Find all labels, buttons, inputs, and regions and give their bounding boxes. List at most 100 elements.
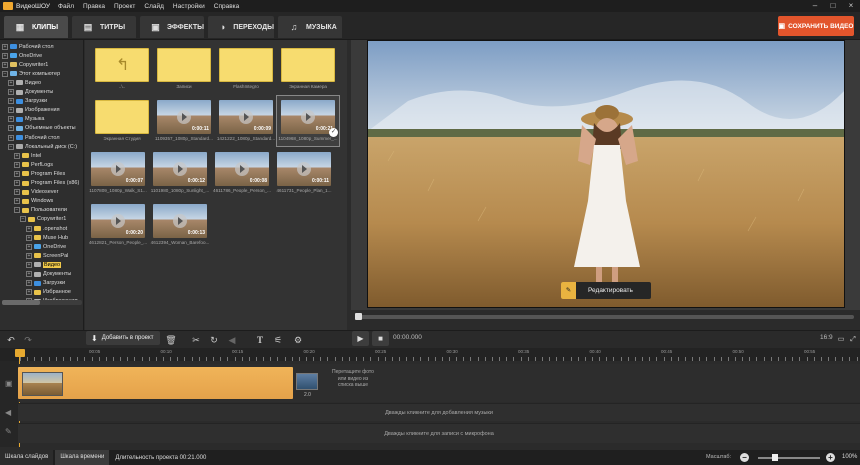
undo-icon[interactable]: ↶ bbox=[5, 334, 17, 346]
tree-node[interactable]: + Copywriter1 bbox=[2, 60, 48, 69]
tab-effects[interactable]: ▣ ЭФФЕКТЫ bbox=[140, 16, 204, 38]
expand-toggle-icon[interactable]: + bbox=[8, 79, 14, 86]
aspect-ratio[interactable]: 16:9 bbox=[820, 334, 833, 341]
scissors-icon[interactable]: ✂ bbox=[190, 334, 202, 346]
tree-node[interactable]: − Локальный диск (C:) bbox=[8, 142, 77, 151]
library-item[interactable]: Записи bbox=[153, 44, 215, 94]
expand-icon[interactable]: ⤢ bbox=[848, 334, 858, 346]
text-icon[interactable]: T bbox=[254, 334, 266, 346]
tab-transitions[interactable]: ◑ ПЕРЕХОДЫ bbox=[208, 16, 274, 38]
expand-toggle-icon[interactable]: + bbox=[26, 280, 32, 287]
menu-item[interactable]: Слайд bbox=[144, 3, 164, 10]
preview-seekbar[interactable] bbox=[358, 315, 854, 319]
expand-toggle-icon[interactable]: + bbox=[26, 234, 32, 241]
maximize-icon[interactable]: □ bbox=[824, 0, 842, 12]
tree-node[interactable]: + PerfLogs bbox=[14, 160, 53, 169]
tree-node[interactable]: + Muse Hub bbox=[26, 233, 68, 242]
expand-toggle-icon[interactable]: + bbox=[14, 161, 20, 168]
library-item[interactable]: 0:00:09 1421222_1080p_Standard... bbox=[215, 96, 277, 146]
music-track[interactable]: Дважды кликните для добавления музыки bbox=[18, 403, 860, 421]
expand-toggle-icon[interactable]: + bbox=[8, 98, 14, 105]
library-item[interactable]: 0:00:13 4612394_Woman_Barefoo... bbox=[149, 200, 211, 250]
transition-slot[interactable] bbox=[296, 373, 318, 390]
expand-toggle-icon[interactable]: + bbox=[2, 61, 8, 68]
add-to-project-button[interactable]: ⬇ Добавить в проект bbox=[86, 331, 160, 345]
library-item[interactable]: Экранная Студия bbox=[91, 96, 153, 146]
volume-icon[interactable]: ◀ bbox=[226, 334, 238, 346]
tab-slide-scale[interactable]: Шкала слайдов bbox=[0, 450, 54, 465]
menu-item[interactable]: Правка bbox=[83, 3, 105, 10]
tree-node[interactable]: + Загрузки bbox=[26, 279, 65, 288]
clip-thumbnail[interactable] bbox=[22, 372, 63, 396]
expand-toggle-icon[interactable]: + bbox=[14, 198, 20, 205]
library-item[interactable]: 0:00:21 ✓ 1104968_1080p_Summer_... bbox=[276, 95, 340, 147]
close-icon[interactable]: × bbox=[842, 0, 860, 12]
tree-node[interactable]: + Видео bbox=[8, 78, 41, 87]
tree-node[interactable]: + ScreenPal bbox=[26, 251, 68, 260]
tab-music[interactable]: ♫ МУЗЫКА bbox=[278, 16, 342, 38]
expand-toggle-icon[interactable]: + bbox=[8, 107, 14, 114]
expand-toggle-icon[interactable]: + bbox=[14, 170, 20, 177]
library-item[interactable]: 0:00:20 4612821_Person_People_... bbox=[87, 200, 149, 250]
play-button[interactable]: ▶ bbox=[352, 331, 369, 346]
expand-toggle-icon[interactable]: + bbox=[8, 134, 14, 141]
expand-toggle-icon[interactable]: + bbox=[26, 289, 32, 296]
minimize-icon[interactable]: – bbox=[806, 0, 824, 12]
expand-toggle-icon[interactable]: + bbox=[26, 261, 32, 268]
redo-icon[interactable]: ↷ bbox=[22, 334, 34, 346]
expand-toggle-icon[interactable]: + bbox=[26, 271, 32, 277]
tree-node[interactable]: + Рабочий стол bbox=[2, 42, 54, 51]
tree-node[interactable]: + Документы bbox=[26, 270, 71, 279]
tree-node[interactable]: − Пользователи bbox=[14, 206, 67, 215]
tree-node[interactable]: − Этот компьютер bbox=[2, 69, 60, 78]
video-preview[interactable] bbox=[367, 40, 845, 308]
expand-toggle-icon[interactable]: + bbox=[2, 43, 8, 50]
seek-handle[interactable] bbox=[355, 313, 362, 320]
tree-node[interactable]: + Избранное bbox=[26, 288, 71, 297]
tree-node[interactable]: + Видео bbox=[26, 260, 62, 269]
stop-button[interactable]: ■ bbox=[372, 331, 389, 346]
tab-clips[interactable]: ▦ КЛИПЫ bbox=[4, 16, 68, 38]
library-item[interactable]: 0:00:12 1101980_1080p_Sunlight_... bbox=[149, 148, 211, 198]
gear-icon[interactable]: ⚙ bbox=[292, 334, 304, 346]
expand-toggle-icon[interactable]: + bbox=[8, 89, 14, 95]
library-item[interactable]: 0:00:11 1109357_1080p_Standard... bbox=[153, 96, 215, 146]
tab-titles[interactable]: ▤ ТИТРЫ bbox=[72, 16, 136, 38]
expand-toggle-icon[interactable]: + bbox=[26, 243, 32, 250]
tree-node[interactable]: + Объемные объекты bbox=[8, 124, 76, 133]
menu-item[interactable]: Настройки bbox=[173, 3, 205, 10]
menu-item[interactable]: Проект bbox=[114, 3, 135, 10]
tree-node[interactable]: + Program Files (x86) bbox=[14, 179, 79, 188]
zoom-out-button[interactable]: − bbox=[740, 453, 749, 462]
tree-node[interactable]: + OneDrive bbox=[26, 242, 66, 251]
library-item[interactable]: 0:00:08 4611786_People_Person_... bbox=[211, 148, 273, 198]
menu-item[interactable]: Файл bbox=[58, 3, 74, 10]
tab-time-scale[interactable]: Шкала времени bbox=[55, 450, 110, 465]
expand-toggle-icon[interactable]: + bbox=[26, 252, 32, 259]
tree-node[interactable]: + Windows bbox=[14, 197, 53, 206]
expand-toggle-icon[interactable]: + bbox=[8, 116, 14, 123]
edit-button[interactable]: ✎ Редактировать bbox=[561, 282, 651, 299]
tree-node[interactable]: + Загрузки bbox=[8, 97, 47, 106]
library-item[interactable]: FlashIntegro bbox=[215, 44, 277, 94]
timeline-ruler[interactable]: 00:05 00:10 00:15 00:20 00:25 00:30 00:35 00:40… bbox=[0, 348, 860, 361]
expand-toggle-icon[interactable]: − bbox=[20, 216, 26, 223]
scrollbar-thumb[interactable] bbox=[2, 300, 40, 305]
save-video-button[interactable]: ▣ СОХРАНИТЬ ВИДЕО bbox=[778, 16, 854, 36]
tree-node[interactable]: + .openshot bbox=[26, 224, 67, 233]
expand-toggle-icon[interactable]: + bbox=[14, 180, 20, 186]
tree-node[interactable]: + Intel bbox=[14, 151, 41, 160]
menu-item[interactable]: Справка bbox=[214, 3, 240, 10]
rotate-icon[interactable]: ↻ bbox=[208, 334, 220, 346]
expand-toggle-icon[interactable]: − bbox=[14, 207, 20, 214]
tree-node[interactable]: + OneDrive bbox=[2, 51, 42, 60]
library-item[interactable]: 0:00:11 4611731_People_Plan_1... bbox=[273, 148, 335, 198]
tree-node[interactable]: + Изображения bbox=[8, 106, 60, 115]
tree-node[interactable]: + Документы bbox=[8, 88, 53, 97]
microphone-track[interactable]: Дважды кликните для записи с микрофона bbox=[18, 423, 860, 443]
tree-node[interactable]: + Program Files bbox=[14, 169, 65, 178]
wand-icon[interactable]: ⚟ bbox=[272, 334, 284, 346]
trash-icon[interactable]: 🗑 bbox=[165, 334, 177, 346]
expand-toggle-icon[interactable]: + bbox=[14, 189, 20, 196]
expand-toggle-icon[interactable]: − bbox=[8, 143, 14, 150]
